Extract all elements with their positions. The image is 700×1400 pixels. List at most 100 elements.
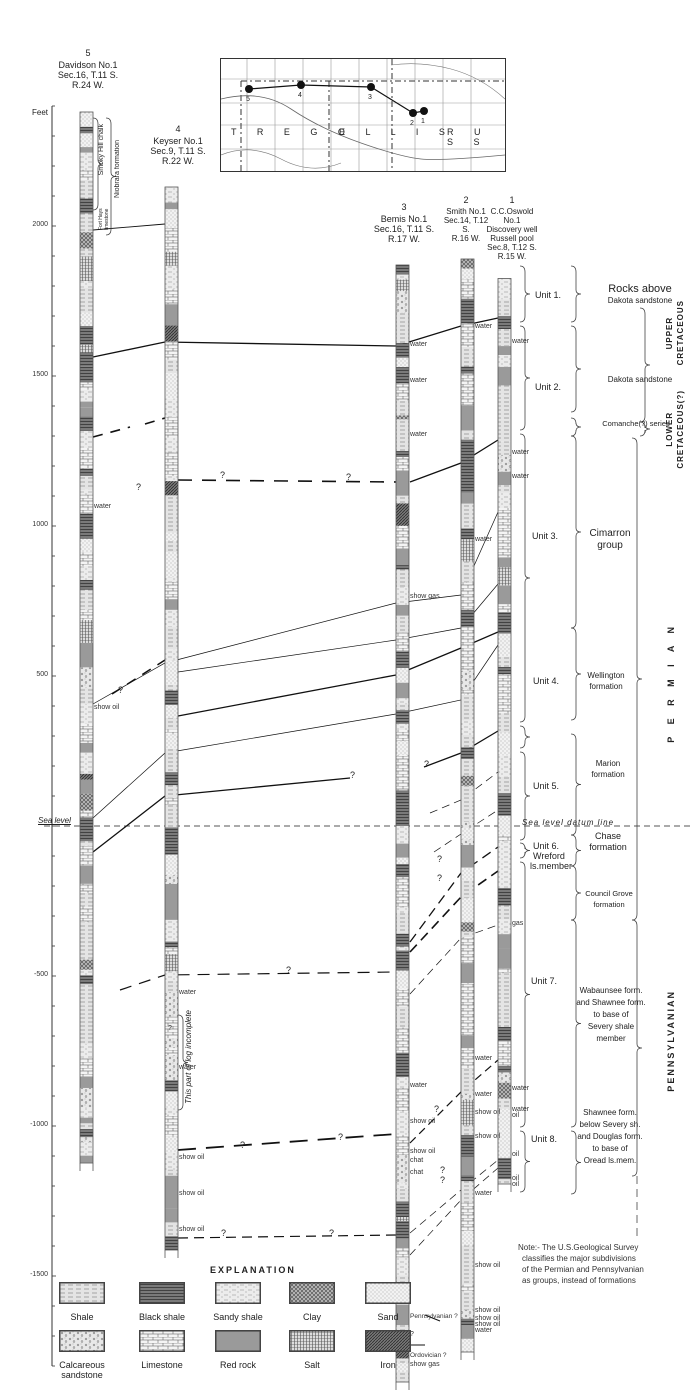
well-range: R.24 W.: [71, 80, 104, 90]
lithology-layer: [165, 627, 178, 650]
uncertain-correlation-mark: ?: [434, 1104, 439, 1114]
lithology-layer: [461, 1310, 474, 1319]
correlation-line: [177, 631, 499, 717]
lithology-layer: [396, 1077, 409, 1088]
lithology-layer: [498, 1027, 511, 1042]
lithology-layer: [396, 1371, 409, 1382]
lithology-layer: [461, 839, 474, 846]
lithology-layer: [498, 419, 511, 442]
lithology-layer: [498, 973, 511, 999]
lithology-layer: [498, 616, 511, 634]
lithology-layer: [80, 922, 93, 945]
well-annotation: water: [512, 473, 530, 480]
lithology-layer: [498, 835, 511, 842]
lithology-layer: [80, 430, 93, 449]
axis-tick-label: -1000: [30, 1121, 48, 1128]
lithology-layer: [396, 877, 409, 899]
lithology-layer: [461, 955, 474, 964]
lithology-layer: [396, 682, 409, 699]
formation-line: and Douglas form.: [577, 1132, 643, 1141]
map-well-point-3: [367, 83, 375, 91]
well-annotation: show gas: [410, 593, 440, 600]
lithology-layer: [165, 941, 178, 948]
lithology-layer: [396, 503, 409, 526]
lithology-layer: [461, 816, 474, 822]
legend-item-iron: Iron: [353, 1330, 423, 1370]
well-annotation: water: [410, 1082, 428, 1089]
correlation-line: [409, 439, 499, 483]
lithology-layer: [80, 538, 93, 553]
lithology-layer: [80, 944, 93, 960]
lithology-layer: [396, 419, 409, 434]
county-russell: R U S S: [447, 127, 490, 147]
lithology-layer: [396, 906, 409, 914]
lithology-layer: [498, 299, 511, 310]
lithology-layer: [80, 1141, 93, 1156]
well-annotation: water: [512, 1085, 530, 1092]
uncertain-correlation-mark: ?: [346, 472, 351, 482]
lithology-layer: [396, 1201, 409, 1218]
lithology-layer: [396, 740, 409, 756]
well-column-1: [497, 278, 512, 1192]
lithology-layer: [165, 1152, 178, 1170]
well-range: R.22 W.: [161, 156, 194, 166]
lithology-layer: [396, 569, 409, 588]
lithology-layer: [498, 441, 511, 455]
formation-line: Wabaunsee form.: [579, 986, 643, 995]
lithology-layer: [165, 452, 178, 476]
lithology-layer: [461, 492, 474, 504]
lithology-layer: [461, 734, 474, 748]
lithology-layer: [461, 268, 474, 275]
legend-swatch-calcareous-sandstone: [59, 1330, 105, 1352]
sea-level-label: Sea level: [38, 816, 71, 825]
formation-wellington: Wellington formation: [576, 670, 636, 692]
lithology-layer: [498, 355, 511, 367]
lithology-layer: [165, 734, 178, 749]
unit-brace-8: [519, 1130, 531, 1193]
well-annotation: ?: [168, 1025, 172, 1032]
well-annotation: water: [410, 377, 428, 384]
lithology-layer: [498, 732, 511, 756]
formation-dakota-sandstone: Dakota sandstone: [584, 374, 696, 385]
well-annotation: water: [410, 431, 428, 438]
lithology-layer: [461, 1099, 474, 1126]
lithology-layer: [165, 874, 178, 884]
formation-line: Dakota sandstone: [607, 375, 673, 384]
lithology-layer: [396, 1171, 409, 1184]
lithology-layer: [80, 610, 93, 621]
axis-tick-label: 1000: [32, 521, 48, 528]
legend-label: Limestone: [141, 1360, 183, 1370]
lithology-layer: [498, 1072, 511, 1083]
well-annotation: gas: [512, 920, 524, 927]
lithology-layer: [396, 1257, 409, 1276]
lithology-layer: [80, 589, 93, 611]
lithology-layer: [498, 1066, 511, 1073]
lithology-layer: [80, 773, 93, 780]
well-annotation: show oil: [475, 1133, 501, 1140]
lithology-layer: [396, 950, 409, 971]
lithology-layer: [165, 1048, 178, 1056]
uncertain-correlation-mark: ?: [437, 873, 442, 883]
unit-brace-4: [519, 725, 531, 749]
lithology-layer: [80, 1137, 93, 1142]
lithology-layer: [396, 667, 409, 683]
legend-swatch-shale: [59, 1282, 105, 1304]
lithology-layer: [498, 1005, 511, 1028]
lithology-layer: [80, 752, 93, 757]
well-number: 5: [85, 48, 91, 58]
correlation-line: [177, 479, 397, 483]
legend-label: Clay: [302, 1312, 321, 1322]
lithology-layer: [461, 539, 474, 562]
lithology-layer: [165, 717, 178, 730]
lithology-layer: [461, 430, 474, 440]
lithology-layer: [461, 503, 474, 529]
lithology-layer: [165, 660, 178, 685]
lithology-layer: [80, 1043, 93, 1059]
system-upper-cretaceous: UPPER CRETACEOUS: [664, 300, 686, 365]
well-name: Keyser No.1: [153, 136, 203, 146]
formation-shawnee-douglas: Shawnee form. below Severy sh. and Dougl…: [570, 1107, 650, 1167]
lithology-layer: [461, 279, 474, 299]
lithology-layer: [396, 755, 409, 779]
lithology-layer: [165, 854, 178, 875]
correlation-line: [177, 1133, 397, 1151]
